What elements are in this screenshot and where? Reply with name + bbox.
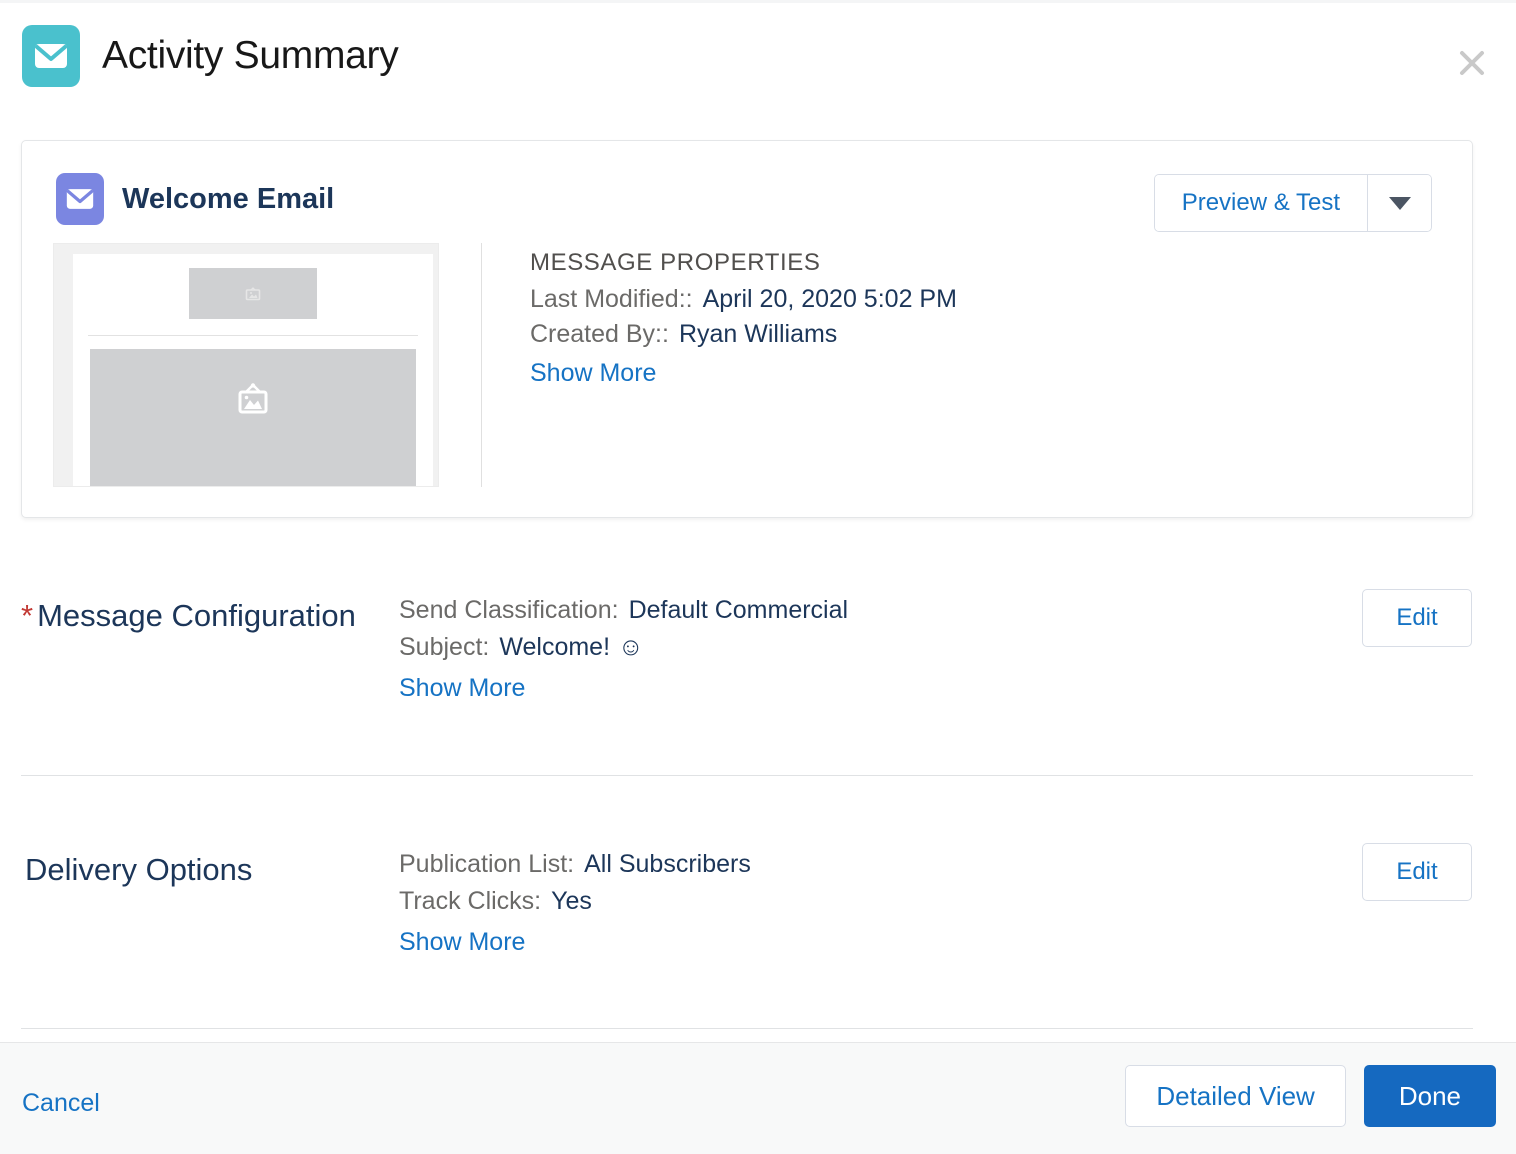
- field-row: Subject: Welcome! ☺: [399, 633, 1516, 662]
- property-label: Created By::: [530, 320, 669, 348]
- message-properties-panel: MESSAGE PROPERTIES Last Modified:: April …: [482, 243, 957, 487]
- field-value: Welcome!: [499, 633, 611, 661]
- preview-and-test-button[interactable]: Preview & Test: [1154, 175, 1367, 231]
- delivery-options-label: Delivery Options: [0, 850, 380, 890]
- email-card-body: MESSAGE PROPERTIES Last Modified:: April …: [22, 225, 1472, 487]
- message-properties-title: MESSAGE PROPERTIES: [530, 249, 821, 276]
- cancel-button[interactable]: Cancel: [22, 1089, 100, 1118]
- email-preview-page: [73, 254, 433, 486]
- message-properties-show-more-link[interactable]: Show More: [530, 359, 656, 388]
- preview-and-test-dropdown-button[interactable]: [1367, 175, 1431, 231]
- field-row: Publication List: All Subscribers: [399, 850, 1516, 879]
- email-envelope-icon: [56, 173, 104, 225]
- section-divider: [21, 1028, 1473, 1029]
- field-label: Send Classification:: [399, 596, 619, 624]
- done-button[interactable]: Done: [1363, 1065, 1496, 1127]
- field-row: Track Clicks: Yes: [399, 887, 1516, 916]
- field-label: Track Clicks:: [399, 887, 542, 915]
- thumbnail-divider: [88, 335, 418, 336]
- property-row: Created By:: Ryan Williams: [530, 320, 957, 349]
- delivery-options-show-more-link[interactable]: Show More: [399, 928, 525, 957]
- field-value: Yes: [551, 887, 592, 915]
- property-label: Last Modified::: [530, 285, 693, 313]
- field-value: All Subscribers: [584, 850, 751, 878]
- email-preview-thumbnail[interactable]: [53, 243, 439, 487]
- preview-and-test-split-button: Preview & Test: [1153, 174, 1432, 232]
- message-configuration-fields: Send Classification: Default Commercial S…: [380, 596, 1516, 703]
- edit-message-configuration-button[interactable]: Edit: [1362, 589, 1472, 647]
- modal-header-content: Activity Summary: [0, 3, 1516, 87]
- section-divider: [21, 775, 1473, 776]
- email-envelope-icon: [22, 25, 80, 87]
- section-title: Delivery Options: [25, 852, 253, 887]
- property-value: Ryan Williams: [678, 320, 838, 348]
- modal-header: Activity Summary: [0, 3, 1516, 123]
- delivery-options-fields: Publication List: All Subscribers Track C…: [380, 850, 1516, 957]
- email-asset-card: Welcome Email Preview & Test MESSAGE PRO…: [21, 140, 1473, 518]
- message-configuration-label: * Message Configuration: [0, 596, 380, 636]
- chevron-down-icon: [1388, 196, 1411, 210]
- required-indicator: *: [21, 598, 34, 633]
- image-placeholder-icon: [189, 268, 317, 319]
- delivery-options-section: Delivery Options Publication List: All Su…: [0, 850, 1516, 957]
- page-title: Activity Summary: [102, 33, 399, 77]
- property-row: Last Modified:: April 20, 2020 5:02 PM: [530, 285, 957, 314]
- field-value: Default Commercial: [628, 596, 849, 624]
- field-label: Subject:: [399, 633, 490, 661]
- email-asset-name: Welcome Email: [122, 182, 335, 215]
- image-placeholder-icon: [90, 349, 416, 486]
- section-title: Message Configuration: [37, 598, 356, 633]
- edit-delivery-options-button[interactable]: Edit: [1362, 843, 1472, 901]
- detailed-view-button[interactable]: Detailed View: [1125, 1065, 1346, 1127]
- message-configuration-section: * Message Configuration Send Classificati…: [0, 596, 1516, 703]
- field-label: Publication List:: [399, 850, 575, 878]
- modal-footer: Cancel Detailed View Done: [0, 1042, 1516, 1154]
- message-configuration-show-more-link[interactable]: Show More: [399, 674, 525, 703]
- property-value: April 20, 2020 5:02 PM: [702, 285, 957, 313]
- field-row: Send Classification: Default Commercial: [399, 596, 1516, 625]
- smiley-icon: ☺: [618, 633, 644, 661]
- close-icon[interactable]: [1452, 43, 1492, 83]
- footer-actions: Detailed View Done: [1125, 1065, 1496, 1127]
